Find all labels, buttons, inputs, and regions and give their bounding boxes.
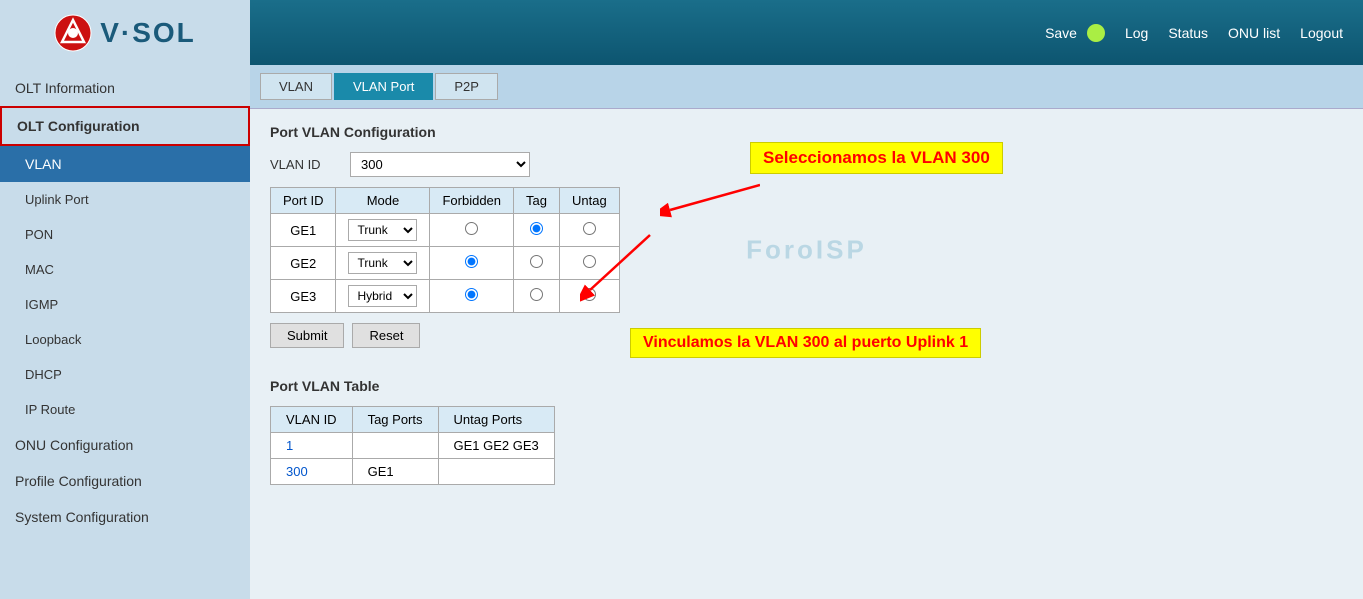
content-area: Port VLAN Configuration Seleccionamos la… <box>250 109 1363 500</box>
tag-radio-ge3[interactable] <box>530 288 543 301</box>
form-wrapper: Seleccionamos la VLAN 300 VLAN ID <box>270 152 1343 348</box>
tab-p2p[interactable]: P2P <box>435 73 498 100</box>
col-mode: Mode <box>336 188 430 214</box>
status-dot <box>1087 24 1105 42</box>
mode-select-ge1[interactable]: Access Trunk Hybrid <box>348 219 417 241</box>
col-untag: Untag <box>559 188 619 214</box>
table-row: 1 GE1 GE2 GE3 <box>271 433 555 459</box>
config-table-wrapper: ForoISP Port ID Mode Forbidden Tag Untag <box>270 187 1343 313</box>
annotation-label-1: Seleccionamos la VLAN 300 <box>750 142 1003 174</box>
annotation-label-2: Vinculamos la VLAN 300 al puerto Uplink … <box>630 328 981 358</box>
vlan-id-label: VLAN ID <box>270 157 340 172</box>
sidebar-item-igmp[interactable]: IGMP <box>0 287 250 322</box>
tag-ge2 <box>514 247 560 280</box>
mode-ge3[interactable]: Access Trunk Hybrid <box>336 280 430 313</box>
vsol-logo-icon <box>54 14 92 52</box>
header-nav: Log Status ONU list Logout <box>1125 25 1343 41</box>
table-row: GE1 Access Trunk Hybrid <box>271 214 620 247</box>
log-link[interactable]: Log <box>1125 25 1148 41</box>
sidebar-item-onu-config[interactable]: ONU Configuration <box>0 427 250 463</box>
reset-button[interactable]: Reset <box>352 323 420 348</box>
pvt-vlan-id-1[interactable]: 1 <box>271 433 353 459</box>
col-port-id: Port ID <box>271 188 336 214</box>
pvt-untag-1: GE1 GE2 GE3 <box>438 433 554 459</box>
pvt-tag-1 <box>352 433 438 459</box>
table-row: GE3 Access Trunk Hybrid <box>271 280 620 313</box>
mode-ge2[interactable]: Access Trunk Hybrid <box>336 247 430 280</box>
submit-button[interactable]: Submit <box>270 323 344 348</box>
save-label[interactable]: Save <box>1045 25 1077 41</box>
port-vlan-table-section: Port VLAN Table VLAN ID Tag Ports Untag … <box>270 378 1343 485</box>
watermark: ForoISP <box>746 235 867 266</box>
forbidden-radio-ge2[interactable] <box>465 255 478 268</box>
vlan-id-link-1[interactable]: 1 <box>286 438 293 453</box>
pvt-vlan-id-300[interactable]: 300 <box>271 459 353 485</box>
onu-list-link[interactable]: ONU list <box>1228 25 1280 41</box>
tag-ge3 <box>514 280 560 313</box>
sidebar-item-pon[interactable]: PON <box>0 217 250 252</box>
tag-radio-ge1[interactable] <box>530 222 543 235</box>
sidebar-item-uplink-port[interactable]: Uplink Port <box>0 182 250 217</box>
layout: OLT Information OLT Configuration VLAN U… <box>0 65 1363 599</box>
vlan-id-select[interactable]: 1 300 <box>350 152 530 177</box>
tab-vlan-port[interactable]: VLAN Port <box>334 73 433 100</box>
port-vlan-table-title: Port VLAN Table <box>270 378 1343 394</box>
logo-text: V·SOL <box>100 17 196 49</box>
vlan-id-link-300[interactable]: 300 <box>286 464 308 479</box>
red-arrow-2 <box>580 225 660 308</box>
sidebar-item-mac[interactable]: MAC <box>0 252 250 287</box>
red-arrow-1 <box>660 180 760 223</box>
port-id-ge2: GE2 <box>271 247 336 280</box>
pvt-tag-300: GE1 <box>352 459 438 485</box>
sidebar-item-dhcp[interactable]: DHCP <box>0 357 250 392</box>
sidebar-item-olt-config[interactable]: OLT Configuration <box>0 106 250 146</box>
col-forbidden: Forbidden <box>430 188 514 214</box>
mode-select-ge3[interactable]: Access Trunk Hybrid <box>348 285 417 307</box>
forbidden-radio-ge3[interactable] <box>465 288 478 301</box>
mode-ge1[interactable]: Access Trunk Hybrid <box>336 214 430 247</box>
tab-bar: VLAN VLAN Port P2P <box>250 65 1363 109</box>
forbidden-ge2 <box>430 247 514 280</box>
sidebar-item-system-config[interactable]: System Configuration <box>0 499 250 535</box>
pvt-untag-300 <box>438 459 554 485</box>
status-link[interactable]: Status <box>1168 25 1208 41</box>
header: V·SOL Save Log Status ONU list Logout <box>0 0 1363 65</box>
main-content: VLAN VLAN Port P2P Port VLAN Configurati… <box>250 65 1363 599</box>
sidebar-item-ip-route[interactable]: IP Route <box>0 392 250 427</box>
forbidden-ge3 <box>430 280 514 313</box>
tab-vlan[interactable]: VLAN <box>260 73 332 100</box>
config-table: Port ID Mode Forbidden Tag Untag GE1 <box>270 187 620 313</box>
port-vlan-table: VLAN ID Tag Ports Untag Ports 1 GE1 GE2 … <box>270 406 555 485</box>
sidebar-item-profile-config[interactable]: Profile Configuration <box>0 463 250 499</box>
tag-ge1 <box>514 214 560 247</box>
logout-link[interactable]: Logout <box>1300 25 1343 41</box>
forbidden-ge1 <box>430 214 514 247</box>
sidebar-item-olt-info[interactable]: OLT Information <box>0 70 250 106</box>
header-right: Save Log Status ONU list Logout <box>250 24 1363 42</box>
port-vlan-config-title: Port VLAN Configuration <box>270 124 1343 140</box>
table-row: GE2 Access Trunk Hybrid <box>271 247 620 280</box>
mode-select-ge2[interactable]: Access Trunk Hybrid <box>348 252 417 274</box>
pvt-col-vlan-id: VLAN ID <box>271 407 353 433</box>
pvt-col-tag-ports: Tag Ports <box>352 407 438 433</box>
col-tag: Tag <box>514 188 560 214</box>
logo-area: V·SOL <box>0 0 250 65</box>
sidebar-item-vlan[interactable]: VLAN <box>0 146 250 182</box>
port-id-ge1: GE1 <box>271 214 336 247</box>
sidebar: OLT Information OLT Configuration VLAN U… <box>0 65 250 599</box>
sidebar-item-loopback[interactable]: Loopback <box>0 322 250 357</box>
save-area: Save <box>1045 24 1105 42</box>
table-row: 300 GE1 <box>271 459 555 485</box>
tag-radio-ge2[interactable] <box>530 255 543 268</box>
port-id-ge3: GE3 <box>271 280 336 313</box>
pvt-col-untag-ports: Untag Ports <box>438 407 554 433</box>
forbidden-radio-ge1[interactable] <box>465 222 478 235</box>
